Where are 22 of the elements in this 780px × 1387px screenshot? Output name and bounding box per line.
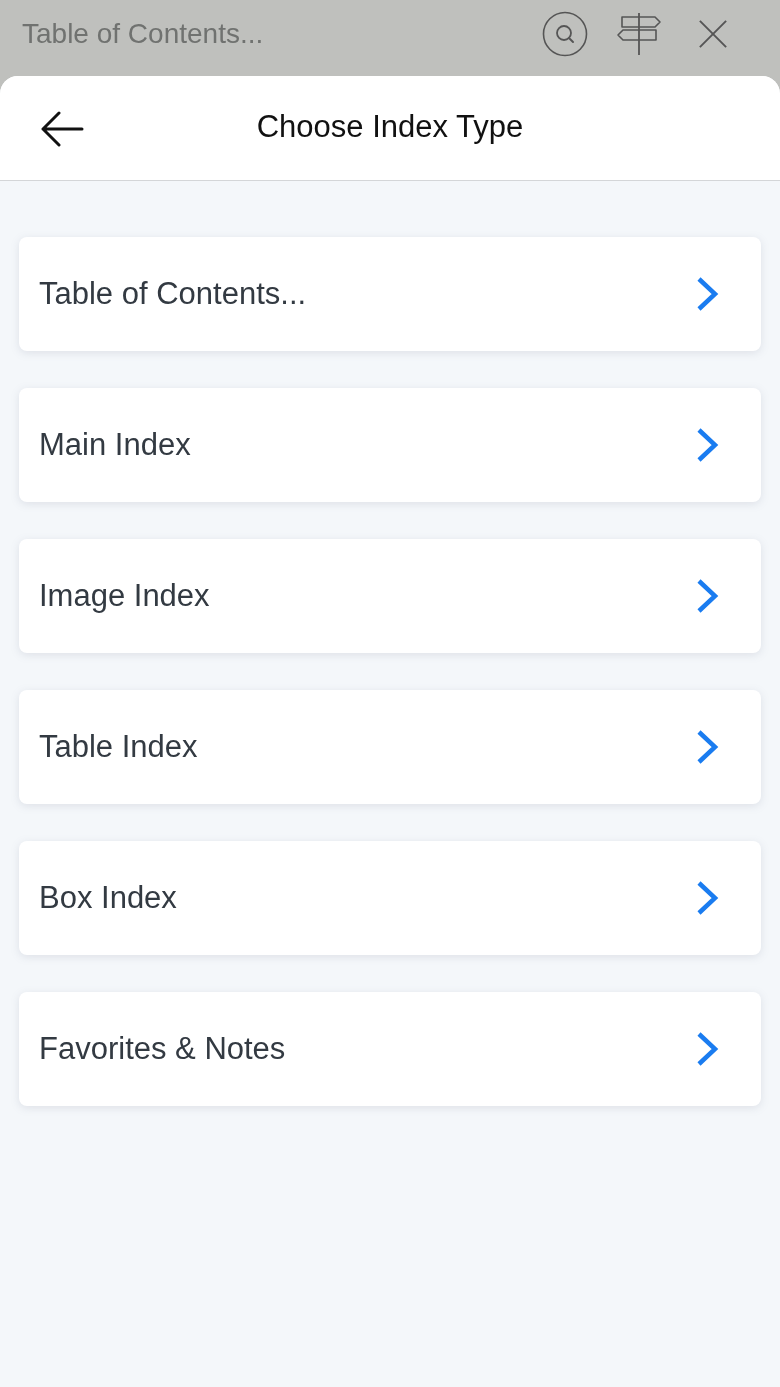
index-type-item[interactable]: Main Index xyxy=(19,388,761,502)
search-icon xyxy=(542,11,588,57)
index-type-item[interactable]: Box Index xyxy=(19,841,761,955)
chevron-right-icon xyxy=(695,729,719,765)
index-type-item[interactable]: Table of Contents... xyxy=(19,237,761,351)
top-bar-title: Table of Contents... xyxy=(22,18,264,50)
chevron-right-icon xyxy=(695,427,719,463)
close-button[interactable] xyxy=(698,19,728,49)
chevron-right-icon xyxy=(695,276,719,312)
index-type-item[interactable]: Table Index xyxy=(19,690,761,804)
chevron-right-icon xyxy=(695,880,719,916)
back-arrow-icon xyxy=(40,111,84,147)
sheet-title: Choose Index Type xyxy=(256,109,524,145)
search-button[interactable] xyxy=(542,11,588,57)
chevron-right-icon xyxy=(695,1031,719,1067)
chevron-right-icon xyxy=(695,578,719,614)
close-icon xyxy=(698,19,728,49)
signpost-button[interactable] xyxy=(616,12,662,56)
signpost-icon xyxy=(616,12,662,56)
index-type-item[interactable]: Image Index xyxy=(19,539,761,653)
index-type-item[interactable]: Favorites & Notes xyxy=(19,992,761,1106)
back-button[interactable] xyxy=(40,111,84,147)
